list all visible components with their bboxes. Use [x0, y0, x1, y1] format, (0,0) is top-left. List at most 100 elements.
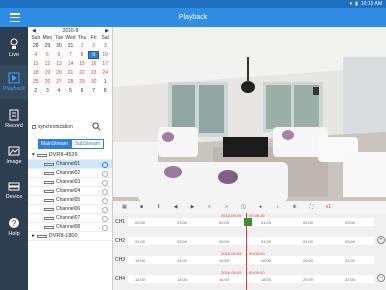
calendar-day[interactable]: 5 — [65, 87, 77, 95]
calendar-day[interactable]: 20 — [53, 69, 65, 77]
calendar-day[interactable]: 21 — [65, 69, 77, 77]
channel-select-icon[interactable] — [102, 206, 108, 213]
calendar-day[interactable]: 1 — [76, 42, 88, 50]
channel-item[interactable]: Channel06 — [28, 205, 112, 214]
living-room-image — [113, 27, 386, 201]
calendar-day[interactable]: 18 — [30, 69, 42, 77]
calendar-day[interactable]: 29 — [76, 78, 88, 86]
menu-button[interactable] — [10, 13, 20, 22]
zoom-icon[interactable]: ⊕ — [291, 204, 298, 211]
snapshot-icon[interactable]: ◫ — [240, 204, 247, 211]
calendar-day[interactable]: 23 — [88, 69, 100, 77]
calendar-day[interactable]: 29 — [42, 42, 54, 50]
calendar-day[interactable]: 2 — [88, 42, 100, 50]
fast-icon[interactable]: » — [223, 204, 230, 211]
nav-image[interactable]: Image — [0, 138, 28, 172]
calendar-day[interactable]: 7 — [88, 87, 100, 95]
slow-icon[interactable]: « — [206, 204, 213, 211]
channel-item[interactable]: Channel05 — [28, 196, 112, 205]
calendar-day[interactable]: 14 — [65, 60, 77, 68]
calendar-day[interactable]: 10 — [99, 51, 111, 59]
mainstream-button[interactable]: MainStream — [38, 139, 71, 149]
time-tick: 16:00 — [219, 277, 230, 282]
nav-help[interactable]: ? Help — [0, 210, 28, 244]
calendar-day[interactable]: 30 — [88, 78, 100, 86]
nav-record[interactable]: Record — [0, 102, 28, 136]
calendar-day[interactable]: 7 — [65, 51, 77, 59]
timeline-track[interactable]: CH3 12:00 14:00 16:00 18:00 20:00 22:00 2016-09… — [113, 251, 386, 270]
time-tick: 22:00 — [135, 220, 146, 225]
pause-icon[interactable]: ‖ — [155, 204, 162, 211]
calendar-day[interactable]: 4 — [53, 87, 65, 95]
calendar-day[interactable]: 19 — [42, 69, 54, 77]
calendar-day[interactable]: 6 — [53, 51, 65, 59]
channel-item[interactable]: Channel08 — [28, 223, 112, 232]
zoom-out-icon[interactable]: − — [377, 274, 385, 282]
channel-item[interactable]: Channel03 — [28, 178, 112, 187]
calendar-day[interactable]: 9 — [87, 51, 100, 59]
channel-select-icon[interactable] — [102, 224, 108, 231]
track-label: CH1 — [115, 219, 126, 225]
nav-device[interactable]: Device — [0, 173, 28, 207]
calendar-day[interactable]: 11 — [30, 60, 42, 68]
timeline[interactable]: CH1 22:00 23:00 00:00 01:00 02:00 03:00 2016-09… — [113, 213, 386, 290]
stop-icon[interactable]: ■ — [138, 204, 145, 211]
record-clip-icon[interactable]: ● — [257, 204, 264, 211]
channel-select-icon[interactable] — [102, 161, 108, 168]
prev-icon[interactable]: ◀ — [172, 204, 179, 211]
channel-select-icon[interactable] — [102, 215, 108, 222]
calendar-day[interactable]: 17 — [99, 60, 111, 68]
calendar-day[interactable]: 8 — [99, 87, 111, 95]
calendar-day[interactable]: 24 — [99, 69, 111, 77]
audio-icon[interactable]: ♪ — [274, 204, 281, 211]
sync-checkbox[interactable] — [32, 125, 36, 129]
calendar-day[interactable]: 6 — [76, 87, 88, 95]
next-month-button[interactable]: ▶ — [105, 28, 109, 34]
fullscreen-icon[interactable]: ⛶ — [308, 204, 315, 211]
calendar-day[interactable]: 30 — [53, 42, 65, 50]
search-icon[interactable] — [92, 122, 101, 131]
channel-item[interactable]: Channel02 — [28, 169, 112, 178]
calendar-day[interactable]: 4 — [30, 51, 42, 59]
next-icon[interactable]: ▶ — [189, 204, 196, 211]
device-item[interactable]: ▸ DVR8-1800 — [28, 232, 112, 241]
calendar-day[interactable]: 25 — [30, 78, 42, 86]
device-item[interactable]: ▾ DVR8-4526 — [28, 151, 112, 160]
channel-item[interactable]: Channel04 — [28, 187, 112, 196]
substream-button[interactable]: SubStream — [71, 139, 104, 149]
calendar-day[interactable]: 28 — [30, 42, 42, 50]
channel-select-icon[interactable] — [102, 170, 108, 177]
calendar-day[interactable]: 22 — [76, 69, 88, 77]
timeline-cursor[interactable] — [246, 213, 247, 290]
calendar-day[interactable]: 1 — [99, 78, 111, 86]
calendar-day[interactable]: 28 — [65, 78, 77, 86]
calendar-day[interactable]: 3 — [99, 42, 111, 50]
timeline-track[interactable]: CH2 22:00 23:00 00:00 01:00 02:00 03:00 + — [113, 232, 386, 251]
calendar-day[interactable]: 8 — [76, 51, 88, 59]
calendar-day[interactable]: 26 — [42, 78, 54, 86]
side-panel: ◀ 2016-9 ▶ Sun Mon Tue Wed Thu Fri Sat 28 29 30 31… — [28, 27, 113, 290]
channel-item[interactable]: Channel01 — [28, 160, 112, 169]
timeline-track[interactable]: CH4 12:00 14:00 16:00 18:00 20:00 22:00 2016-09… — [113, 270, 386, 289]
calendar-day[interactable]: 5 — [42, 51, 54, 59]
calendar-day[interactable]: 13 — [53, 60, 65, 68]
nav-playback[interactable]: Playback — [0, 65, 28, 99]
channel-select-icon[interactable] — [102, 197, 108, 204]
sync-option[interactable]: synchronization — [32, 124, 73, 130]
calendar-icon[interactable]: ▦ — [121, 204, 128, 211]
calendar-day[interactable]: 31 — [65, 42, 77, 50]
calendar-day[interactable]: 27 — [53, 78, 65, 86]
timeline-track[interactable]: CH1 22:00 23:00 00:00 01:00 02:00 03:00 2016-09… — [113, 213, 386, 232]
prev-month-button[interactable]: ◀ — [32, 28, 36, 34]
nav-live[interactable]: Live — [0, 31, 28, 65]
video-view[interactable] — [113, 27, 386, 201]
calendar-day[interactable]: 3 — [42, 87, 54, 95]
channel-item[interactable]: Channel07 — [28, 214, 112, 223]
calendar-day[interactable]: 2 — [30, 87, 42, 95]
channel-select-icon[interactable] — [102, 188, 108, 195]
zoom-in-icon[interactable]: + — [377, 236, 385, 244]
channel-select-icon[interactable] — [102, 179, 108, 186]
calendar-day[interactable]: 15 — [76, 60, 88, 68]
calendar-day[interactable]: 16 — [88, 60, 100, 68]
calendar-day[interactable]: 12 — [42, 60, 54, 68]
